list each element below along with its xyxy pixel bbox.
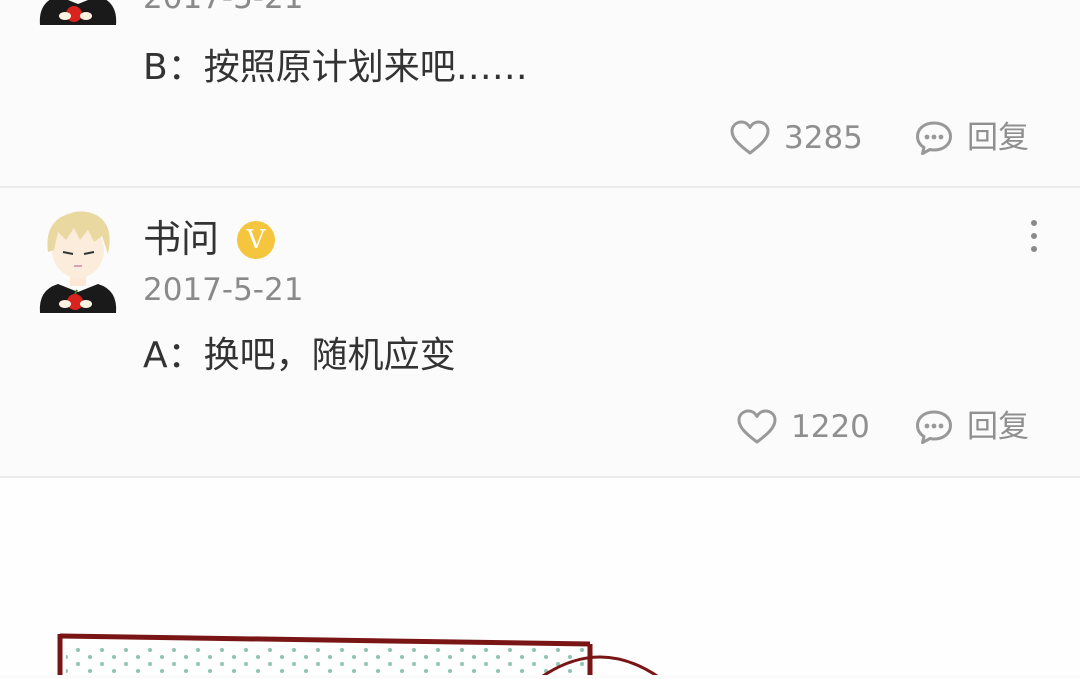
like-button[interactable]: 3285 <box>730 113 863 163</box>
comment-date: 2017-5-21 <box>143 0 303 16</box>
avatar[interactable] <box>28 208 128 313</box>
comment-date: 2017-5-21 <box>143 272 304 308</box>
vertical-ellipsis-icon <box>1031 220 1037 226</box>
reply-button[interactable]: 回复 <box>915 113 1029 163</box>
avatar[interactable] <box>28 0 128 25</box>
speech-bubble-icon <box>916 410 952 444</box>
heart-outline-icon <box>730 120 770 155</box>
comment-text: B：按照原计划来吧…… <box>143 47 528 88</box>
comment-text: A：换吧，随机应变 <box>143 335 456 376</box>
reply-label: 回复 <box>967 409 1029 445</box>
verified-v-badge-icon: V <box>237 221 275 259</box>
reply-label: 回复 <box>967 120 1029 156</box>
comic-image[interactable] <box>0 478 1080 679</box>
speech-bubble-icon <box>916 121 952 155</box>
like-count: 1220 <box>791 409 870 445</box>
like-count: 3285 <box>784 120 863 156</box>
more-options-button[interactable] <box>1019 210 1049 260</box>
like-button[interactable]: 1220 <box>737 402 870 452</box>
comment-item: 2017-5-21 B：按照原计划来吧…… 3285 回复 <box>0 0 1080 187</box>
comment-item: 书问 V 2017-5-21 A：换吧，随机应变 1220 回复 <box>0 188 1080 476</box>
reply-button[interactable]: 回复 <box>915 402 1029 452</box>
heart-outline-icon <box>737 409 777 444</box>
username[interactable]: 书问 <box>143 216 219 262</box>
